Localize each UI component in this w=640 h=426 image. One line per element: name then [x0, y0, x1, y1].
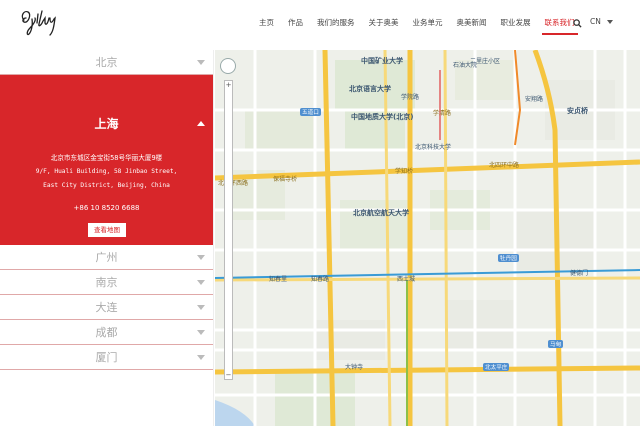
- nav-item-news[interactable]: 奥美新闻: [450, 17, 494, 29]
- nav-item-business-units[interactable]: 业务单元: [406, 17, 450, 29]
- office-item-dalian[interactable]: 大连: [0, 295, 213, 320]
- office-item-chengdu[interactable]: 成都: [0, 320, 213, 345]
- nav-item-careers[interactable]: 职业发展: [494, 17, 538, 29]
- office-name: 厦门: [95, 351, 118, 364]
- map-pan-control[interactable]: [220, 58, 236, 74]
- map-label: 安翔路: [525, 96, 544, 103]
- map-label: 知春里: [269, 276, 288, 283]
- office-name: 广州: [95, 251, 118, 264]
- map-label: 学清路: [433, 110, 452, 117]
- chevron-down-icon: [606, 19, 613, 24]
- map-label: 知春路: [311, 276, 330, 283]
- map-label: 保福寺桥: [273, 176, 298, 183]
- chevron-down-icon: [197, 355, 205, 360]
- zoom-in-icon[interactable]: +: [225, 81, 232, 89]
- office-item-xiamen[interactable]: 厦门: [0, 345, 213, 370]
- map-zoom-slider[interactable]: + −: [224, 80, 233, 380]
- office-name: 南京: [95, 276, 118, 289]
- map-label: 五道口: [300, 108, 321, 116]
- map-label: 北京科技大学: [415, 144, 452, 151]
- office-item-shanghai-expanded: 上海 北京市东城区金宝街58号华丽大厦9楼 9/F, Huali Buildin…: [0, 75, 213, 245]
- language-label: CN: [590, 17, 601, 26]
- map-label: 学院路: [401, 94, 420, 101]
- search-icon[interactable]: [573, 19, 582, 28]
- map-label: 中国矿业大学: [361, 57, 403, 65]
- office-name: 北京: [95, 56, 118, 69]
- chevron-up-icon[interactable]: [197, 121, 205, 126]
- map-label: 大钟寺: [345, 364, 364, 371]
- office-phone: +86 10 8520 6688: [73, 204, 140, 212]
- zoom-out-icon[interactable]: −: [225, 371, 232, 379]
- map-label: 健德门: [570, 270, 589, 277]
- office-name: 大连: [95, 301, 118, 314]
- map-label: 安贞桥: [567, 107, 588, 115]
- address-en-line2: East City District, Beijing, China: [43, 182, 170, 189]
- map-label: 牡丹园: [498, 254, 519, 262]
- office-name[interactable]: 上海: [0, 115, 213, 132]
- nav-item-home[interactable]: 主页: [252, 17, 281, 29]
- chevron-down-icon: [197, 60, 205, 65]
- nav-item-work[interactable]: 作品: [281, 17, 310, 29]
- map-label: 西土城: [397, 276, 416, 283]
- ogilvy-logo[interactable]: [18, 6, 62, 38]
- chevron-down-icon: [197, 280, 205, 285]
- office-list: 北京 上海 北京市东城区金宝街58号华丽大厦9楼 9/F, Huali Buil…: [0, 50, 214, 426]
- nav-item-about[interactable]: 关于奥美: [362, 17, 406, 29]
- map-label: 北四环中路: [489, 162, 520, 169]
- office-item-nanjing[interactable]: 南京: [0, 270, 213, 295]
- main-nav: 主页 作品 我们的服务 关于奥美 业务单元 奥美新闻 职业发展 联系我们: [252, 17, 582, 35]
- map-label: 学知桥: [395, 168, 414, 175]
- map-label: 北太平庄: [483, 363, 510, 371]
- office-map[interactable]: 中国矿业大学 北京语言大学 五道口 中国地质大学(北京) 学院路 北四环西路 保…: [215, 50, 640, 426]
- map-label: 北四环西路: [218, 180, 249, 187]
- map-label: 石油大院: [453, 62, 478, 69]
- map-label: 马甸: [548, 340, 564, 348]
- language-selector[interactable]: CN: [590, 17, 613, 26]
- map-label: 中国地质大学(北京): [351, 113, 414, 121]
- office-address: 北京市东城区金宝街58号华丽大厦9楼 9/F, Huali Building, …: [0, 151, 213, 193]
- office-item-guangzhou[interactable]: 广州: [0, 245, 213, 270]
- chevron-down-icon: [197, 330, 205, 335]
- address-cn: 北京市东城区金宝街58号华丽大厦9楼: [50, 154, 163, 162]
- nav-item-services[interactable]: 我们的服务: [310, 17, 362, 29]
- site-header: 主页 作品 我们的服务 关于奥美 业务单元 奥美新闻 职业发展 联系我们 CN: [0, 0, 640, 50]
- map-label: 北京语言大学: [349, 85, 391, 93]
- address-en-line1: 9/F, Huali Building, 58 Jinbao Street,: [35, 168, 178, 175]
- map-label: 北京航空航天大学: [353, 209, 409, 217]
- view-map-button[interactable]: 查看地图: [88, 223, 126, 237]
- chevron-down-icon: [197, 255, 205, 260]
- office-name: 成都: [95, 326, 118, 339]
- office-item-beijing[interactable]: 北京: [0, 50, 213, 75]
- chevron-down-icon: [197, 305, 205, 310]
